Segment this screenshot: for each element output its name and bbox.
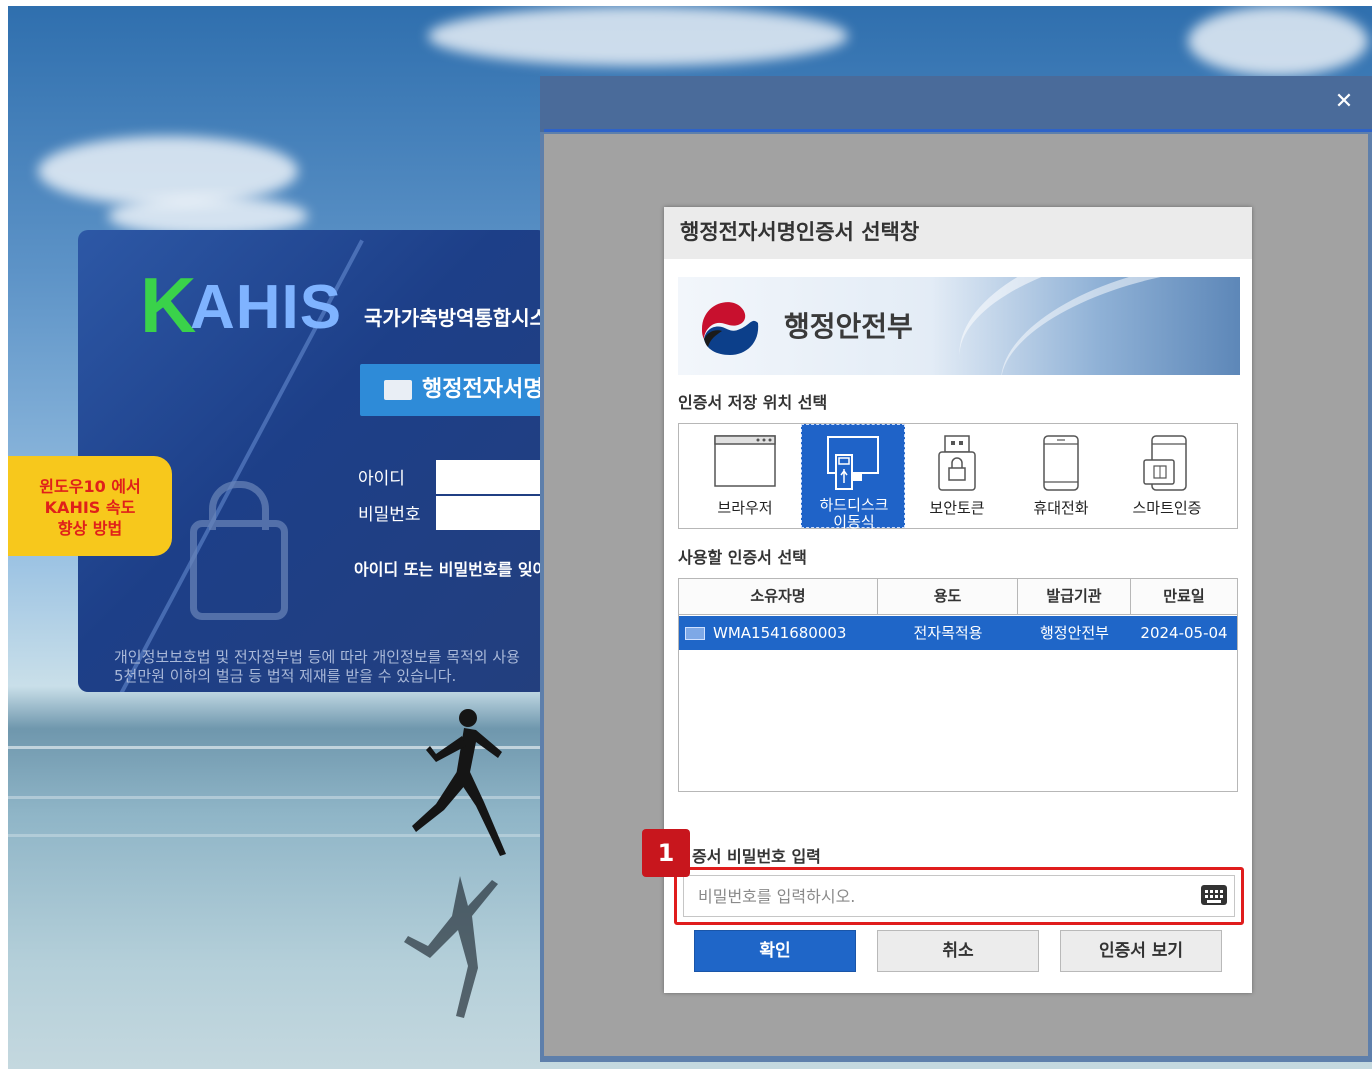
runner-reflection bbox=[404, 876, 498, 1018]
certificate-table: 소유자명 용도 발급기관 만료일 WMA1541680003 전자목적용 행정안… bbox=[678, 578, 1238, 792]
cell-owner: WMA1541680003 bbox=[685, 616, 875, 650]
cloud bbox=[38, 136, 298, 206]
password-label: 비밀번호 bbox=[358, 505, 421, 525]
location-browser[interactable]: 브라우저 bbox=[693, 424, 797, 528]
location-label: 스마트인증 bbox=[1132, 499, 1202, 517]
view-certificate-button[interactable]: 인증서 보기 bbox=[1060, 930, 1222, 972]
owner-value: WMA1541680003 bbox=[713, 624, 847, 642]
forgot-credentials-link[interactable]: 아이디 또는 비밀번호를 잊어 bbox=[354, 556, 547, 580]
removable-disk-icon bbox=[827, 436, 879, 490]
admin-sign-login-label: 행정전자서명 bbox=[422, 377, 544, 402]
location-mobile-phone[interactable]: 휴대전화 bbox=[1009, 424, 1113, 528]
popup-titlebar: ✕ bbox=[540, 76, 1372, 132]
kahis-logo-text: AHIS bbox=[190, 273, 343, 342]
certificate-icon bbox=[384, 380, 412, 400]
smart-card-icon bbox=[1143, 435, 1187, 491]
windows10-speed-tip-badge[interactable]: 윈도우10 에서 KAHIS 속도 향상 방법 bbox=[8, 456, 172, 556]
password-input[interactable] bbox=[436, 496, 548, 530]
lock-icon bbox=[190, 481, 288, 620]
step-number-badge: 1 bbox=[642, 829, 690, 877]
cloud bbox=[428, 6, 848, 66]
location-label: 브라우저 bbox=[717, 499, 773, 517]
cancel-button[interactable]: 취소 bbox=[877, 930, 1039, 972]
location-security-token[interactable]: 보안토큰 bbox=[905, 424, 1009, 528]
badge-line: KAHIS 속도 bbox=[44, 498, 136, 517]
browser-window-icon bbox=[714, 435, 776, 487]
location-removable-disk[interactable]: 하드디스크 이동식 bbox=[801, 424, 906, 531]
kahis-logo-k: K bbox=[140, 261, 196, 349]
location-label: 휴대전화 bbox=[1033, 499, 1089, 517]
storage-location-label: 인증서 저장 위치 선택 bbox=[678, 393, 828, 412]
column-header-issuer[interactable]: 발급기관 bbox=[1018, 579, 1131, 615]
badge-line: 윈도우10 에서 bbox=[39, 477, 141, 496]
certificate-select-dialog: 행정전자서명인증서 선택창 행정안전부 인증서 저장 위치 선택 브라우저 하드… bbox=[642, 207, 1252, 993]
system-name: 국가가축방역통합시스 bbox=[364, 306, 548, 330]
certificate-select-label: 사용할 인증서 선택 bbox=[678, 548, 807, 567]
cell-expiry: 2024-05-04 bbox=[1140, 624, 1228, 642]
table-row[interactable]: WMA1541680003 전자목적용 행정안전부 2024-05-04 bbox=[679, 616, 1237, 650]
column-header-usage[interactable]: 용도 bbox=[878, 579, 1018, 615]
admin-sign-login-button[interactable]: 행정전자서명 bbox=[360, 364, 548, 416]
dialog-title: 행정전자서명인증서 선택창 bbox=[664, 207, 1252, 259]
certificate-password-input[interactable] bbox=[683, 875, 1235, 917]
certificate-icon bbox=[685, 627, 705, 640]
security-token-icon bbox=[938, 435, 976, 491]
runner-silhouette bbox=[412, 709, 506, 856]
location-smart-auth[interactable]: 스마트인증 bbox=[1115, 424, 1219, 528]
password-input-label: 증서 비밀번호 입력 bbox=[692, 847, 821, 866]
id-input[interactable] bbox=[436, 460, 548, 494]
government-emblem-icon bbox=[702, 302, 759, 355]
column-header-expiry[interactable]: 만료일 bbox=[1131, 579, 1237, 615]
titlebar-accent bbox=[544, 129, 1372, 132]
location-label-line: 하드디스크 bbox=[819, 496, 889, 514]
virtual-keyboard-icon[interactable] bbox=[1201, 885, 1227, 905]
cell-usage: 전자목적용 bbox=[913, 624, 983, 642]
close-icon[interactable]: ✕ bbox=[1330, 88, 1358, 116]
location-label: 하드디스크 이동식 bbox=[802, 497, 906, 531]
location-label: 보안토큰 bbox=[929, 499, 985, 517]
ministry-banner: 행정안전부 bbox=[678, 277, 1240, 375]
location-label-line: 이동식 bbox=[833, 513, 875, 531]
password-highlight-box bbox=[674, 867, 1244, 925]
badge-line: 향상 방법 bbox=[57, 519, 123, 538]
id-label: 아이디 bbox=[358, 469, 405, 489]
column-header-owner[interactable]: 소유자명 bbox=[679, 579, 878, 615]
confirm-button[interactable]: 확인 bbox=[694, 930, 856, 972]
mobile-phone-icon bbox=[1043, 435, 1079, 491]
storage-location-selector: 브라우저 하드디스크 이동식 보안토큰 휴대전화 스마트인증 bbox=[678, 423, 1238, 531]
privacy-notice-line: 5천만원 이하의 벌금 등 법적 제재를 받을 수 있습니다. bbox=[114, 667, 457, 685]
privacy-notice-line: 개인정보보호법 및 전자정부법 등에 따라 개인정보를 목적외 사용 bbox=[114, 648, 520, 666]
cloud bbox=[1188, 6, 1368, 76]
privacy-notice: 개인정보보호법 및 전자정부법 등에 따라 개인정보를 목적외 사용 5천만원 … bbox=[114, 648, 520, 686]
cell-issuer: 행정안전부 bbox=[1039, 624, 1109, 642]
ministry-name: 행정안전부 bbox=[784, 310, 913, 343]
